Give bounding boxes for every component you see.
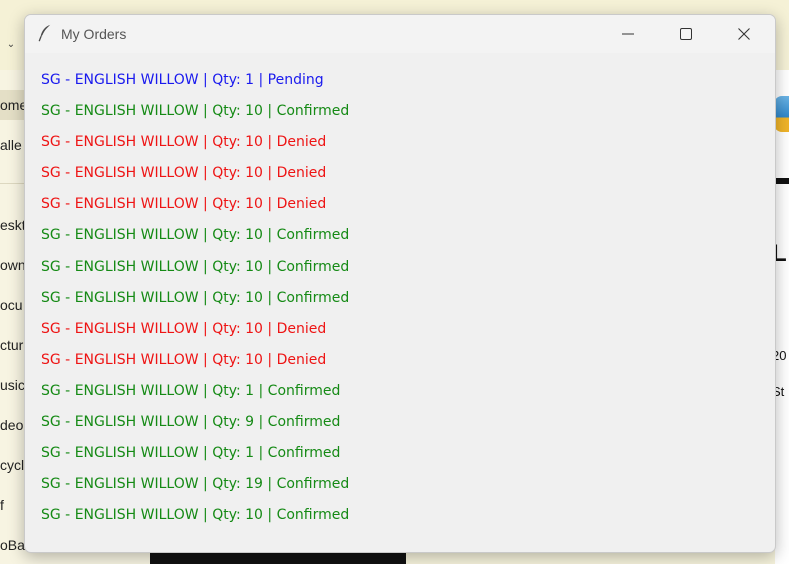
- close-icon: [738, 28, 750, 40]
- maximize-button[interactable]: [658, 15, 714, 53]
- order-list-item[interactable]: SG - ENGLISH WILLOW | Qty: 9 | Confirmed: [41, 407, 761, 438]
- minimize-icon: [622, 33, 634, 35]
- order-list-item[interactable]: SG - ENGLISH WILLOW | Qty: 10 | Confirme…: [41, 283, 761, 314]
- order-list-item[interactable]: SG - ENGLISH WILLOW | Qty: 10 | Denied: [41, 189, 761, 220]
- order-list-item[interactable]: SG - ENGLISH WILLOW | Qty: 10 | Confirme…: [41, 500, 761, 531]
- app-shortcut-icon[interactable]: [774, 96, 789, 132]
- order-list-item[interactable]: SG - ENGLISH WILLOW | Qty: 10 | Denied: [41, 158, 761, 189]
- order-list-item[interactable]: SG - ENGLISH WILLOW | Qty: 10 | Confirme…: [41, 252, 761, 283]
- minimize-button[interactable]: [600, 15, 656, 53]
- window-title: My Orders: [61, 26, 127, 42]
- orders-list[interactable]: SG - ENGLISH WILLOW | Qty: 1 | Pending SG…: [41, 65, 761, 538]
- order-list-item[interactable]: SG - ENGLISH WILLOW | Qty: 1 | Pending: [41, 65, 761, 96]
- background-content-area: [775, 70, 789, 564]
- order-list-item[interactable]: SG - ENGLISH WILLOW | Qty: 10 | Confirme…: [41, 96, 761, 127]
- my-orders-window: My Orders SG - ENGLISH WILLOW | Qty: 1 |…: [24, 14, 776, 553]
- chevron-down-icon[interactable]: ⌄: [4, 38, 18, 52]
- order-list-item[interactable]: SG - ENGLISH WILLOW | Qty: 1 | Confirmed: [41, 438, 761, 469]
- order-list-item[interactable]: SG - ENGLISH WILLOW | Qty: 10 | Denied: [41, 127, 761, 158]
- order-list-item[interactable]: SG - ENGLISH WILLOW | Qty: 1 | Confirmed: [41, 376, 761, 407]
- order-list-item[interactable]: SG - ENGLISH WILLOW | Qty: 10 | Confirme…: [41, 220, 761, 251]
- maximize-icon: [680, 28, 692, 40]
- order-list-item[interactable]: SG - ENGLISH WILLOW | Qty: 19 | Confirme…: [41, 469, 761, 500]
- feather-icon: [38, 24, 52, 42]
- title-bar[interactable]: My Orders: [25, 15, 775, 53]
- order-list-item[interactable]: SG - ENGLISH WILLOW | Qty: 10 | Denied: [41, 314, 761, 345]
- close-button[interactable]: [716, 15, 772, 53]
- background-black-bar: [775, 178, 789, 184]
- order-list-item[interactable]: SG - ENGLISH WILLOW | Qty: 10 | Denied: [41, 345, 761, 376]
